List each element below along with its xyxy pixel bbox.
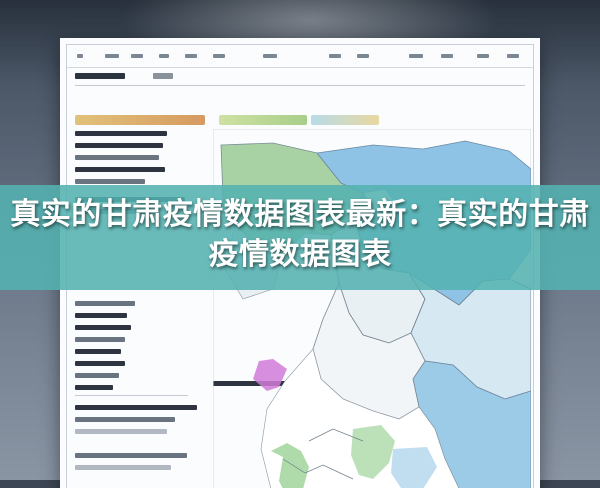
region-map (213, 129, 531, 488)
blur-text (329, 54, 341, 58)
blur-text (75, 155, 159, 160)
blur-text (75, 167, 165, 172)
blur-text (75, 465, 171, 470)
blur-text (477, 54, 489, 58)
legend-swatch-blue (311, 115, 379, 125)
blur-text (131, 54, 143, 58)
blur-text (75, 361, 125, 366)
blur-text (357, 54, 369, 58)
divider (75, 395, 188, 396)
blur-text (105, 54, 119, 58)
blur-text (75, 405, 197, 410)
blur-text (185, 54, 197, 58)
blur-text (75, 417, 175, 422)
legend-swatch-olive (75, 115, 205, 125)
blur-text (75, 313, 127, 318)
legend-swatch-green (219, 115, 307, 125)
blur-text (75, 385, 113, 390)
blur-text (75, 453, 187, 458)
blur-text (75, 337, 125, 342)
blur-text (75, 325, 131, 330)
blur-text (75, 373, 119, 378)
blur-text (409, 54, 423, 58)
blur-text (153, 73, 173, 79)
blur-text (75, 131, 167, 136)
blur-text (213, 54, 225, 58)
blur-text (77, 54, 83, 58)
blur-text (441, 54, 453, 58)
blur-text (507, 54, 519, 58)
divider (75, 85, 525, 86)
blur-text (263, 54, 277, 58)
title-banner: 真实的甘肃疫情数据图表最新：真实的甘肃疫情数据图表 (0, 185, 600, 290)
blur-text (75, 179, 145, 184)
report-header-strip (67, 45, 533, 68)
blur-text (75, 301, 135, 306)
blur-text (75, 143, 163, 148)
blur-text (75, 73, 125, 79)
blur-text (75, 349, 121, 354)
blur-text (159, 54, 169, 58)
banner-title: 真实的甘肃疫情数据图表最新：真实的甘肃疫情数据图表 (10, 197, 590, 272)
blur-text (75, 429, 167, 434)
